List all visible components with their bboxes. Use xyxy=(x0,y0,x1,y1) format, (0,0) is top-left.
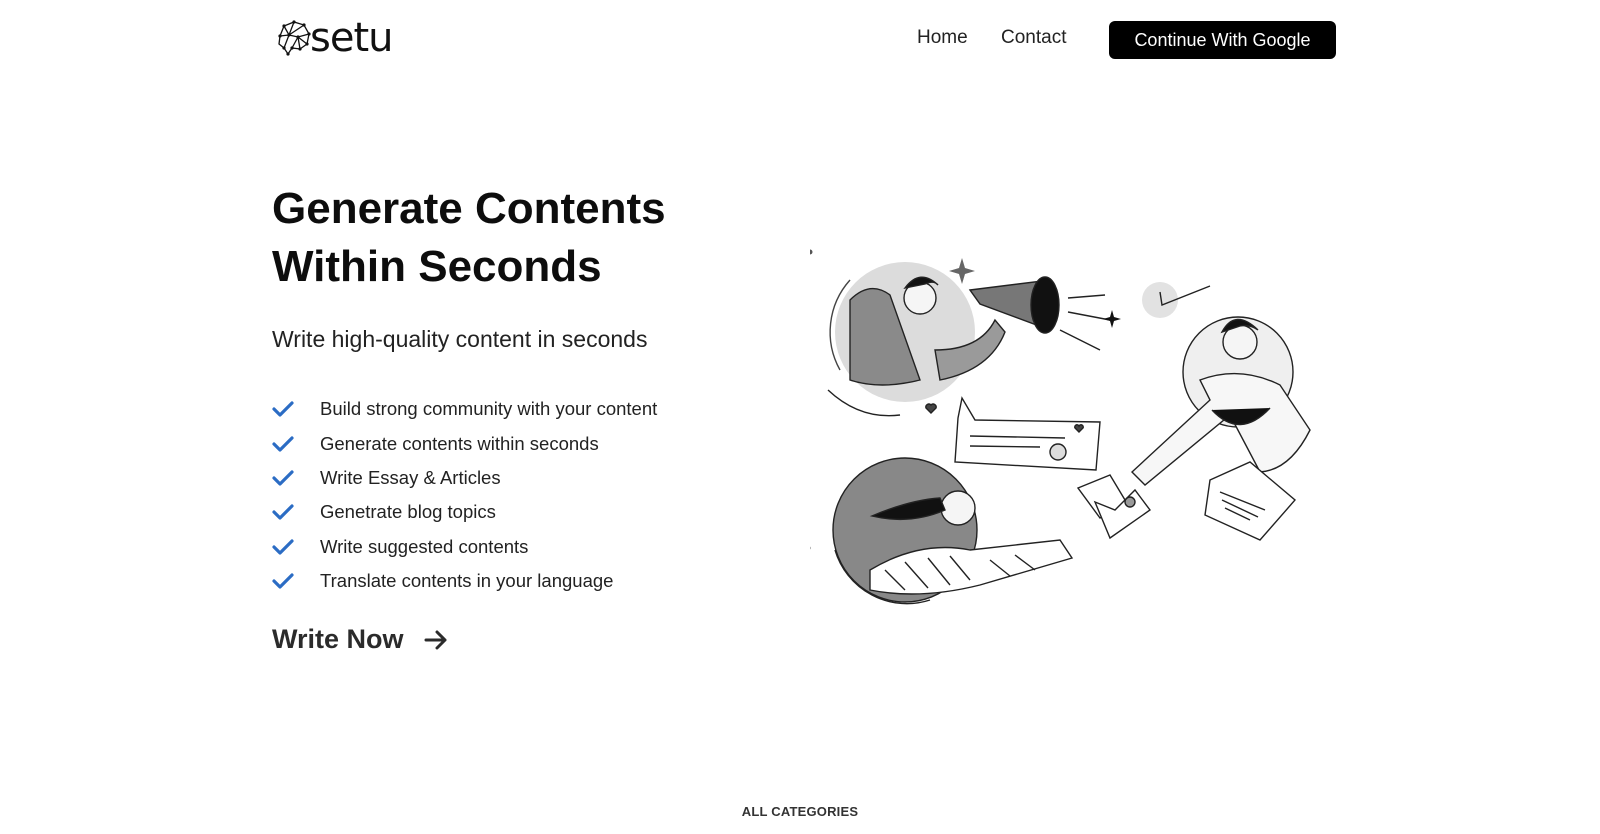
hero-illustration xyxy=(810,249,1311,605)
feature-list: Build strong community with your content… xyxy=(272,392,657,598)
logo[interactable]: setu xyxy=(274,15,393,61)
nav-contact-link[interactable]: Contact xyxy=(1001,27,1066,49)
hero-title: Generate Contents Within Seconds xyxy=(272,184,666,291)
all-categories-heading: ALL CATEGORIES xyxy=(741,804,859,819)
feature-text: Genetrate blog topics xyxy=(320,501,496,523)
feature-text: Build strong community with your content xyxy=(320,398,658,420)
check-icon xyxy=(272,504,294,520)
feature-item: Write Essay & Articles xyxy=(272,461,657,495)
write-now-link[interactable]: Write Now xyxy=(272,624,448,655)
hero-subtitle: Write high-quality content in seconds xyxy=(272,326,648,352)
arrow-right-icon xyxy=(424,630,447,649)
check-icon xyxy=(272,470,294,486)
write-now-label: Write Now xyxy=(272,624,404,654)
feature-item: Genetrate blog topics xyxy=(272,495,657,529)
check-icon xyxy=(272,435,294,452)
check-icon xyxy=(272,401,294,417)
feature-text: Write suggested contents xyxy=(320,535,529,557)
site-header: setu Home Contact Continue With Google xyxy=(0,0,1600,80)
nav-home-link[interactable]: Home xyxy=(917,27,968,49)
feature-text: Generate contents within seconds xyxy=(320,432,599,454)
feature-text: Write Essay & Articles xyxy=(320,466,501,488)
feature-item: Generate contents within seconds xyxy=(272,426,657,460)
continue-with-google-button[interactable]: Continue With Google xyxy=(1109,21,1336,59)
feature-item: Translate contents in your language xyxy=(272,564,657,598)
feature-item: Build strong community with your content xyxy=(272,392,657,426)
check-icon xyxy=(272,539,294,555)
feature-item: Write suggested contents xyxy=(272,530,657,564)
logo-text: setu xyxy=(310,15,393,61)
brain-network-icon xyxy=(278,20,311,56)
check-icon xyxy=(272,573,294,589)
feature-text: Translate contents in your language xyxy=(320,570,614,592)
